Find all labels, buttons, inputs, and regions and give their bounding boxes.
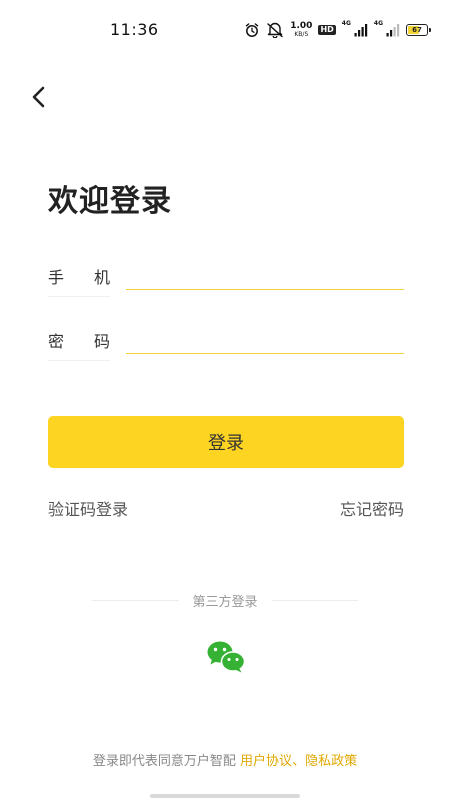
signal-icon: [354, 23, 368, 37]
page-title: 欢迎登录: [48, 184, 172, 219]
user-agreement-link[interactable]: 用户协议: [240, 754, 292, 769]
forgot-password-link[interactable]: 忘记密码: [340, 496, 404, 520]
net-speed: 1.00 KB/S: [290, 21, 313, 38]
agreement-prefix: 登录即代表同意万户智配: [92, 754, 236, 769]
phone-row: 手 机: [48, 256, 404, 297]
sms-login-link[interactable]: 验证码登录: [48, 496, 128, 520]
agreement-separator: 、: [292, 754, 306, 769]
wechat-icon: [206, 641, 246, 678]
status-bar: 11:36 1.00 KB/S HD 4G 4G 67: [0, 0, 450, 60]
login-screen: 11:36 1.00 KB/S HD 4G 4G 67 欢迎登录 手 机 密 码…: [0, 0, 450, 800]
wechat-login-button[interactable]: [206, 640, 246, 674]
divider-line-right: [271, 599, 359, 601]
battery-level: 67: [412, 26, 422, 34]
hd-badge: HD: [318, 25, 336, 35]
third-party-label: 第三方登录: [192, 594, 258, 610]
back-button[interactable]: [24, 84, 54, 114]
phone-label: 手 机: [48, 264, 110, 297]
status-icons: 1.00 KB/S HD 4G 4G 67: [244, 18, 431, 42]
status-time: 11:36: [110, 20, 159, 39]
agreement-text: 登录即代表同意万户智配 用户协议、隐私政策: [0, 750, 450, 769]
password-label: 密 码: [48, 328, 110, 361]
password-input[interactable]: [126, 320, 404, 354]
battery-icon: 67: [406, 24, 431, 36]
divider-line-left: [92, 599, 179, 601]
privacy-policy-link[interactable]: 隐私政策: [305, 754, 357, 769]
network-type-label-2: 4G: [373, 20, 383, 27]
phone-input[interactable]: [126, 256, 404, 290]
mute-icon: [266, 22, 284, 38]
signal-icon-2: [386, 23, 400, 37]
network-type-label: 4G: [341, 20, 351, 27]
alarm-icon: [244, 22, 260, 38]
login-button[interactable]: 登录: [48, 416, 404, 468]
password-row: 密 码: [48, 320, 404, 361]
home-indicator[interactable]: [150, 794, 300, 798]
chevron-left-icon: [30, 85, 48, 113]
third-party-divider: 第三方登录: [92, 590, 359, 610]
